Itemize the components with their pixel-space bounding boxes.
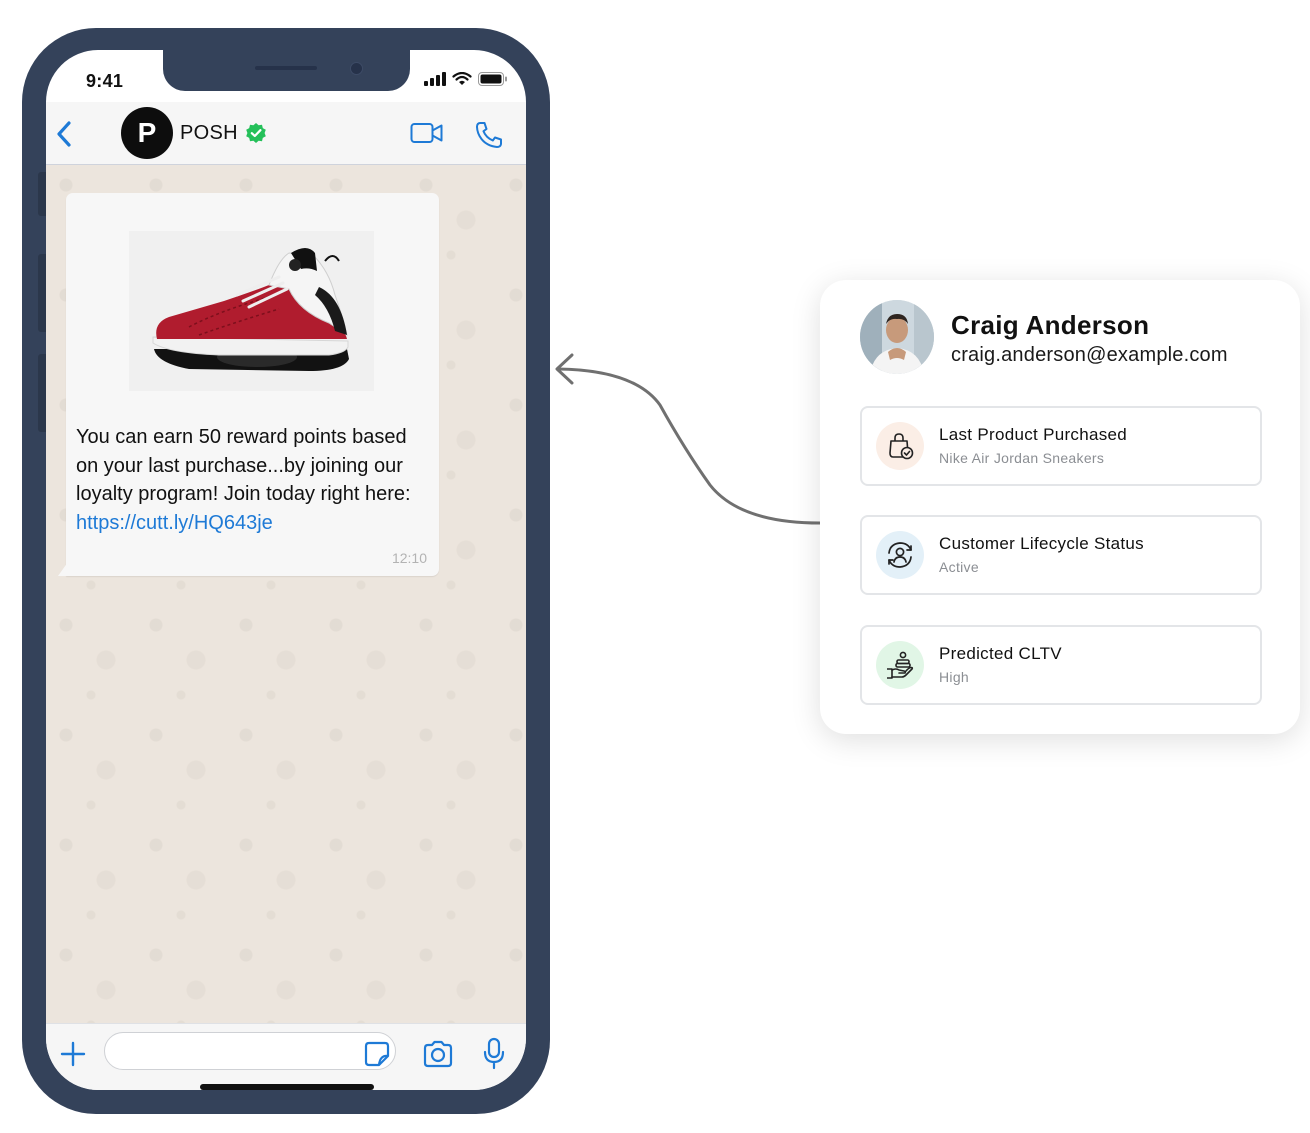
customer-profile-card: Craig Anderson craig.anderson@example.co… bbox=[820, 280, 1300, 734]
attribute-title: Last Product Purchased bbox=[939, 425, 1128, 444]
attribute-title: Customer Lifecycle Status bbox=[939, 534, 1144, 553]
battery-icon bbox=[478, 72, 507, 86]
brand-name[interactable]: POSH bbox=[180, 122, 238, 145]
attribute-icon-wrap bbox=[876, 422, 924, 470]
phone-notch bbox=[163, 50, 410, 91]
volume-down-button bbox=[38, 354, 46, 432]
voice-call-icon[interactable] bbox=[474, 120, 504, 150]
speaker-grille bbox=[255, 66, 317, 70]
back-chevron-icon[interactable] bbox=[54, 120, 74, 148]
silent-switch bbox=[38, 172, 46, 216]
hand-coins-icon bbox=[887, 651, 914, 679]
signal-icon bbox=[424, 72, 446, 86]
message-body: You can earn 50 reward points based on y… bbox=[76, 426, 411, 505]
attribute-value: Active bbox=[939, 559, 979, 575]
customer-photo bbox=[860, 300, 934, 374]
front-camera bbox=[350, 62, 363, 75]
message-bubble[interactable]: You can earn 50 reward points based on y… bbox=[66, 193, 439, 576]
wifi-icon bbox=[452, 72, 472, 85]
input-bar bbox=[46, 1023, 526, 1090]
customer-avatar bbox=[860, 300, 934, 374]
bubble-tail bbox=[58, 562, 68, 576]
chat-area: You can earn 50 reward points based on y… bbox=[46, 165, 526, 1023]
camera-icon[interactable] bbox=[422, 1040, 454, 1068]
sticker-icon[interactable] bbox=[364, 1041, 390, 1067]
attribute-value: Nike Air Jordan Sneakers bbox=[939, 450, 1105, 466]
attribute-last-product: Last Product Purchased Nike Air Jordan S… bbox=[860, 406, 1262, 486]
status-icons bbox=[424, 72, 508, 86]
customer-email: craig.anderson@example.com bbox=[951, 344, 1228, 366]
brand-avatar[interactable]: P bbox=[121, 107, 173, 159]
attribute-title: Predicted CLTV bbox=[939, 644, 1062, 663]
chat-header: P POSH bbox=[46, 102, 526, 165]
product-image[interactable] bbox=[129, 231, 374, 391]
microphone-icon[interactable] bbox=[483, 1037, 505, 1071]
home-indicator bbox=[200, 1084, 374, 1090]
volume-up-button bbox=[38, 254, 46, 332]
video-call-icon[interactable] bbox=[410, 122, 444, 144]
attribute-value: High bbox=[939, 669, 969, 685]
message-link[interactable]: https://cutt.ly/HQ643je bbox=[76, 509, 426, 538]
attribute-icon-wrap bbox=[876, 531, 924, 579]
connector-arrow bbox=[555, 353, 822, 525]
user-cycle-icon bbox=[888, 542, 912, 568]
sneaker-image bbox=[152, 248, 349, 371]
plus-icon[interactable] bbox=[60, 1041, 86, 1067]
status-time: 9:41 bbox=[86, 71, 124, 91]
phone-screen: 9:41 P POSH You can earn 50 reward point… bbox=[46, 50, 526, 1090]
attribute-lifecycle-status: Customer Lifecycle Status Active bbox=[860, 515, 1262, 595]
shopping-bag-check-icon bbox=[889, 433, 914, 460]
message-text: You can earn 50 reward points based on y… bbox=[76, 423, 426, 537]
attribute-predicted-cltv: Predicted CLTV High bbox=[860, 625, 1262, 705]
customer-name: Craig Anderson bbox=[951, 310, 1150, 340]
verified-badge-icon bbox=[246, 123, 266, 143]
attribute-icon-wrap bbox=[876, 641, 924, 689]
message-time: 12:10 bbox=[391, 550, 427, 566]
message-input[interactable] bbox=[104, 1032, 396, 1070]
